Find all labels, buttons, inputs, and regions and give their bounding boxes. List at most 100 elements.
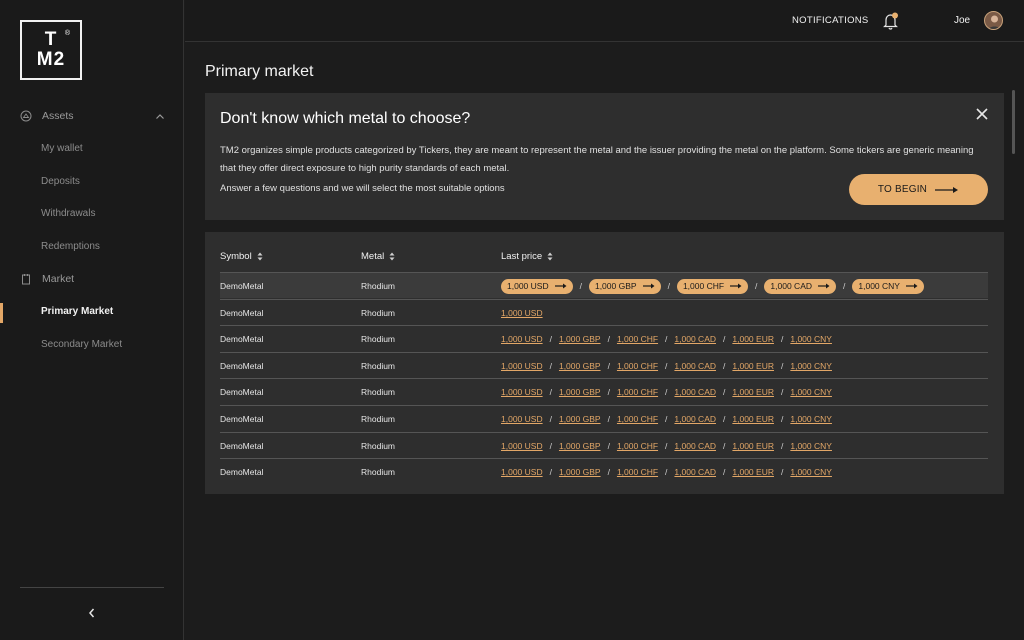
price-link[interactable]: 1,000 CHF: [617, 387, 658, 397]
price-link[interactable]: 1,000 CNY: [790, 467, 832, 477]
price-link[interactable]: 1,000 CAD: [674, 414, 716, 424]
market-table: Symbol Metal Last price DemoMetal Rhodium…: [205, 232, 1004, 494]
price-link[interactable]: 1,000 CNY: [790, 334, 832, 344]
price-link[interactable]: 1,000 EUR: [732, 441, 774, 451]
page-title: Primary market: [205, 63, 314, 80]
cell-last-price: 1,000 USD / 1,000 GBP / 1,000 CHF / 1,000 CAD /…: [501, 353, 832, 379]
price-link[interactable]: 1,000 CHF: [617, 467, 658, 477]
price-link[interactable]: 1,000 CHF: [617, 334, 658, 344]
sidebar-item-my-wallet[interactable]: My wallet: [41, 141, 83, 157]
sort-icon: [547, 252, 553, 261]
price-link[interactable]: 1,000 GBP: [559, 414, 601, 424]
price-link[interactable]: 1,000 CAD: [674, 467, 716, 477]
sidebar-item-deposits[interactable]: Deposits: [41, 174, 80, 190]
price-pill-button[interactable]: 1,000 CNY: [852, 278, 924, 294]
price-link[interactable]: 1,000 CAD: [674, 441, 716, 451]
price-link[interactable]: 1,000 CHF: [617, 414, 658, 424]
price-link[interactable]: 1,000 USD: [501, 441, 543, 451]
price-link[interactable]: 1,000 USD: [501, 361, 543, 371]
price-link[interactable]: 1,000 CNY: [790, 387, 832, 397]
chevron-up-icon[interactable]: [154, 110, 166, 122]
price-link[interactable]: 1,000 EUR: [732, 387, 774, 397]
avatar[interactable]: [984, 11, 1003, 30]
sidebar-item-withdrawals[interactable]: Withdrawals: [41, 206, 95, 222]
price-link[interactable]: 1,000 GBP: [559, 334, 601, 344]
price-link[interactable]: 1,000 USD: [501, 334, 543, 344]
sidebar-item-primary-market[interactable]: Primary Market: [41, 304, 113, 320]
price-separator: /: [607, 467, 610, 478]
scrollbar[interactable]: [1012, 90, 1015, 154]
price-link[interactable]: 1,000 CAD: [674, 387, 716, 397]
price-link[interactable]: 1,000 CNY: [790, 414, 832, 424]
top-bar: NOTIFICATIONS Joe: [185, 0, 1024, 42]
notifications-link[interactable]: NOTIFICATIONS: [792, 15, 869, 26]
price-label: 1,000 CAD: [770, 281, 813, 291]
price-pill-button[interactable]: 1,000 GBP: [588, 278, 661, 294]
cell-symbol: DemoMetal: [220, 467, 264, 478]
price-link[interactable]: 1,000 EUR: [732, 334, 774, 344]
price-pill-button[interactable]: 1,000 CHF: [676, 278, 749, 294]
user-name[interactable]: Joe: [954, 15, 970, 26]
arrow-right-icon: [935, 186, 959, 193]
price-separator: /: [607, 440, 610, 451]
sidebar-group-market[interactable]: Market: [20, 269, 166, 289]
tm2-logo[interactable]: T M2 ®: [20, 20, 82, 80]
column-header-metal[interactable]: Metal: [361, 251, 395, 262]
sort-icon: [257, 252, 263, 261]
close-icon[interactable]: [975, 107, 989, 121]
price-separator: /: [665, 414, 668, 424]
table-row[interactable]: DemoMetal Rhodium 1,000 USD: [220, 298, 988, 326]
price-link[interactable]: 1,000 EUR: [732, 414, 774, 424]
price-link[interactable]: 1,000 CNY: [790, 361, 832, 371]
price-link[interactable]: 1,000 CHF: [617, 441, 658, 451]
arrow-right-icon: [730, 283, 742, 289]
price-link[interactable]: 1,000 EUR: [732, 361, 774, 371]
price-separator: /: [723, 360, 726, 371]
price-link[interactable]: 1,000 CAD: [674, 334, 716, 344]
table-row[interactable]: DemoMetal Rhodium 1,000 USD/1,000 GBP/1,00…: [220, 458, 988, 484]
price-pill-button[interactable]: 1,000 CAD: [764, 278, 837, 294]
price-link[interactable]: 1,000 GBP: [559, 467, 601, 477]
cell-last-price: 1,000 USD / 1,000 GBP / 1,000 CHF / 1,000 CAD /…: [501, 433, 832, 459]
price-separator: /: [723, 387, 726, 398]
price-separator: /: [843, 281, 846, 291]
table-row[interactable]: DemoMetal Rhodium 1,000 USD/1,000 GBP/1,00…: [220, 272, 988, 298]
table-row[interactable]: DemoMetal Rhodium 1,000 USD/1,000 GBP/1,00…: [220, 431, 988, 459]
price-separator: /: [665, 387, 668, 398]
price-link[interactable]: 1,000 GBP: [559, 361, 601, 371]
column-header-last-price[interactable]: Last price: [501, 251, 553, 262]
price-separator: /: [780, 387, 784, 398]
table-row[interactable]: DemoMetal Rhodium 1,000 USD/1,000 GBP/1,00…: [220, 351, 988, 379]
cell-metal: Rhodium: [361, 307, 396, 318]
table-row[interactable]: DemoMetal Rhodium 1,000 USD/1,000 GBP/1,00…: [220, 378, 988, 404]
bell-icon[interactable]: [882, 11, 900, 31]
table-row[interactable]: DemoMetal Rhodium 1,000 USD/1,000 GBP/1,00…: [220, 405, 988, 431]
price-link[interactable]: 1,000 CHF: [617, 361, 658, 371]
price-link[interactable]: 1,000 GBP: [559, 387, 601, 397]
cell-last-price: 1,000 USD: [501, 300, 543, 326]
column-header-symbol[interactable]: Symbol: [220, 251, 263, 262]
price-separator: /: [665, 440, 668, 451]
price-link[interactable]: 1,000 CAD: [674, 361, 716, 371]
price-link[interactable]: 1,000 CNY: [790, 441, 832, 451]
column-header-label: Metal: [361, 251, 385, 262]
price-label: 1,000 USD: [507, 281, 549, 291]
cell-metal: Rhodium: [361, 387, 396, 398]
price-separator: /: [549, 334, 552, 345]
price-separator: /: [780, 360, 784, 371]
price-label: 1,000 GBP: [594, 281, 637, 291]
price-link[interactable]: 1,000 USD: [501, 414, 543, 424]
price-pill-button[interactable]: 1,000 USD: [501, 278, 573, 294]
price-link[interactable]: 1,000 GBP: [559, 441, 601, 451]
table-row[interactable]: DemoMetal Rhodium 1,000 USD/1,000 GBP/1,00…: [220, 325, 988, 351]
sidebar-item-secondary-market[interactable]: Secondary Market: [41, 337, 122, 353]
to-begin-button[interactable]: TO BEGIN: [849, 174, 988, 205]
chevron-left-icon: [89, 608, 95, 618]
sidebar-group-assets[interactable]: Assets: [20, 106, 166, 126]
price-link[interactable]: 1,000 EUR: [732, 467, 774, 477]
price-link[interactable]: 1,000 USD: [501, 387, 543, 397]
collapse-sidebar-button[interactable]: [84, 605, 100, 621]
sidebar-item-redemptions[interactable]: Redemptions: [41, 239, 100, 255]
price-link[interactable]: 1,000 USD: [501, 308, 543, 318]
price-link[interactable]: 1,000 USD: [501, 467, 543, 477]
